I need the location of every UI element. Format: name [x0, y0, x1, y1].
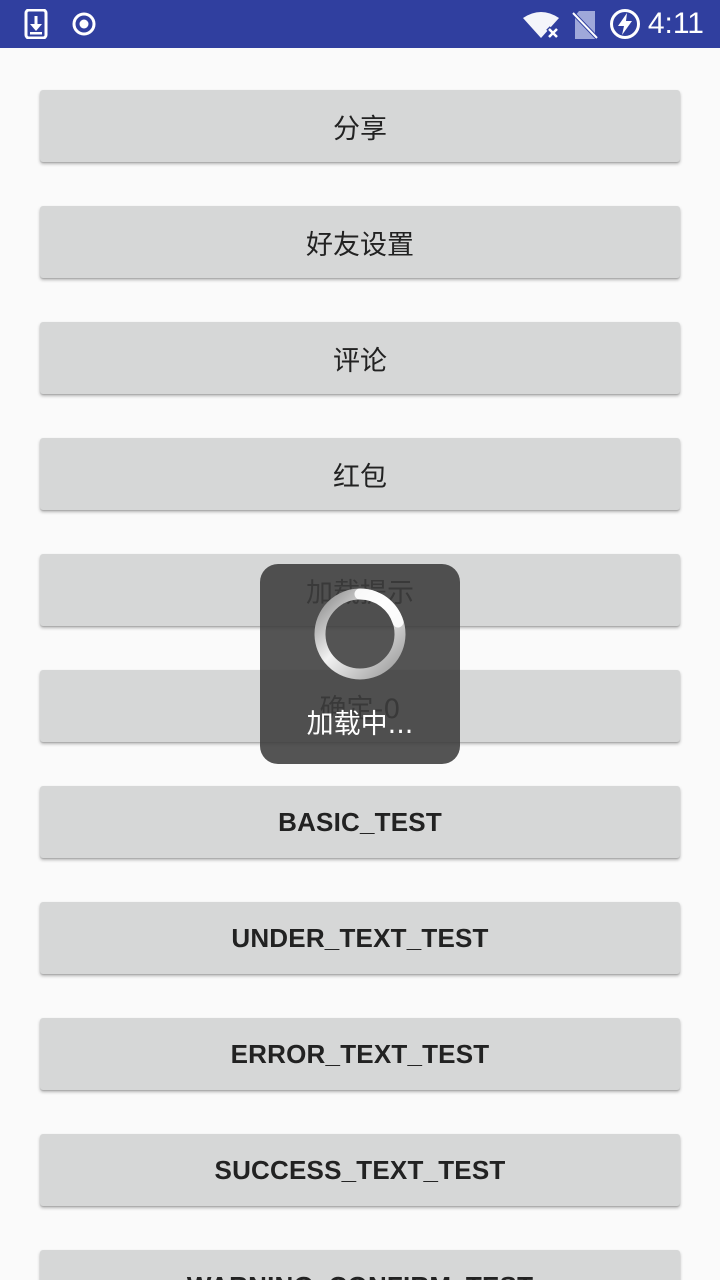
status-bar: 4:11 — [0, 0, 720, 48]
share-button[interactable]: 分享 — [40, 90, 680, 162]
download-icon — [24, 9, 48, 39]
clock-time: 4:11 — [647, 7, 704, 40]
battery-charging-icon — [610, 9, 640, 39]
record-icon — [72, 12, 96, 36]
success-text-test-button[interactable]: SUCCESS_TEXT_TEST — [40, 1134, 680, 1206]
basic-test-button[interactable]: BASIC_TEST — [40, 786, 680, 858]
error-text-test-button[interactable]: ERROR_TEXT_TEST — [40, 1018, 680, 1090]
comment-button[interactable]: 评论 — [40, 322, 680, 394]
warning-confirm-test-button[interactable]: WARNING_CONFIRM_TEST — [40, 1250, 680, 1280]
loading-spinner-icon — [314, 588, 406, 680]
friend-settings-button[interactable]: 好友设置 — [40, 206, 680, 278]
red-packet-button[interactable]: 红包 — [40, 438, 680, 510]
loading-text: 加载中... — [306, 709, 414, 740]
under-text-test-button[interactable]: UNDER_TEXT_TEST — [40, 902, 680, 974]
no-sim-icon — [572, 11, 598, 40]
loading-dialog: 加载中... — [260, 564, 460, 764]
wifi-icon — [523, 12, 560, 40]
